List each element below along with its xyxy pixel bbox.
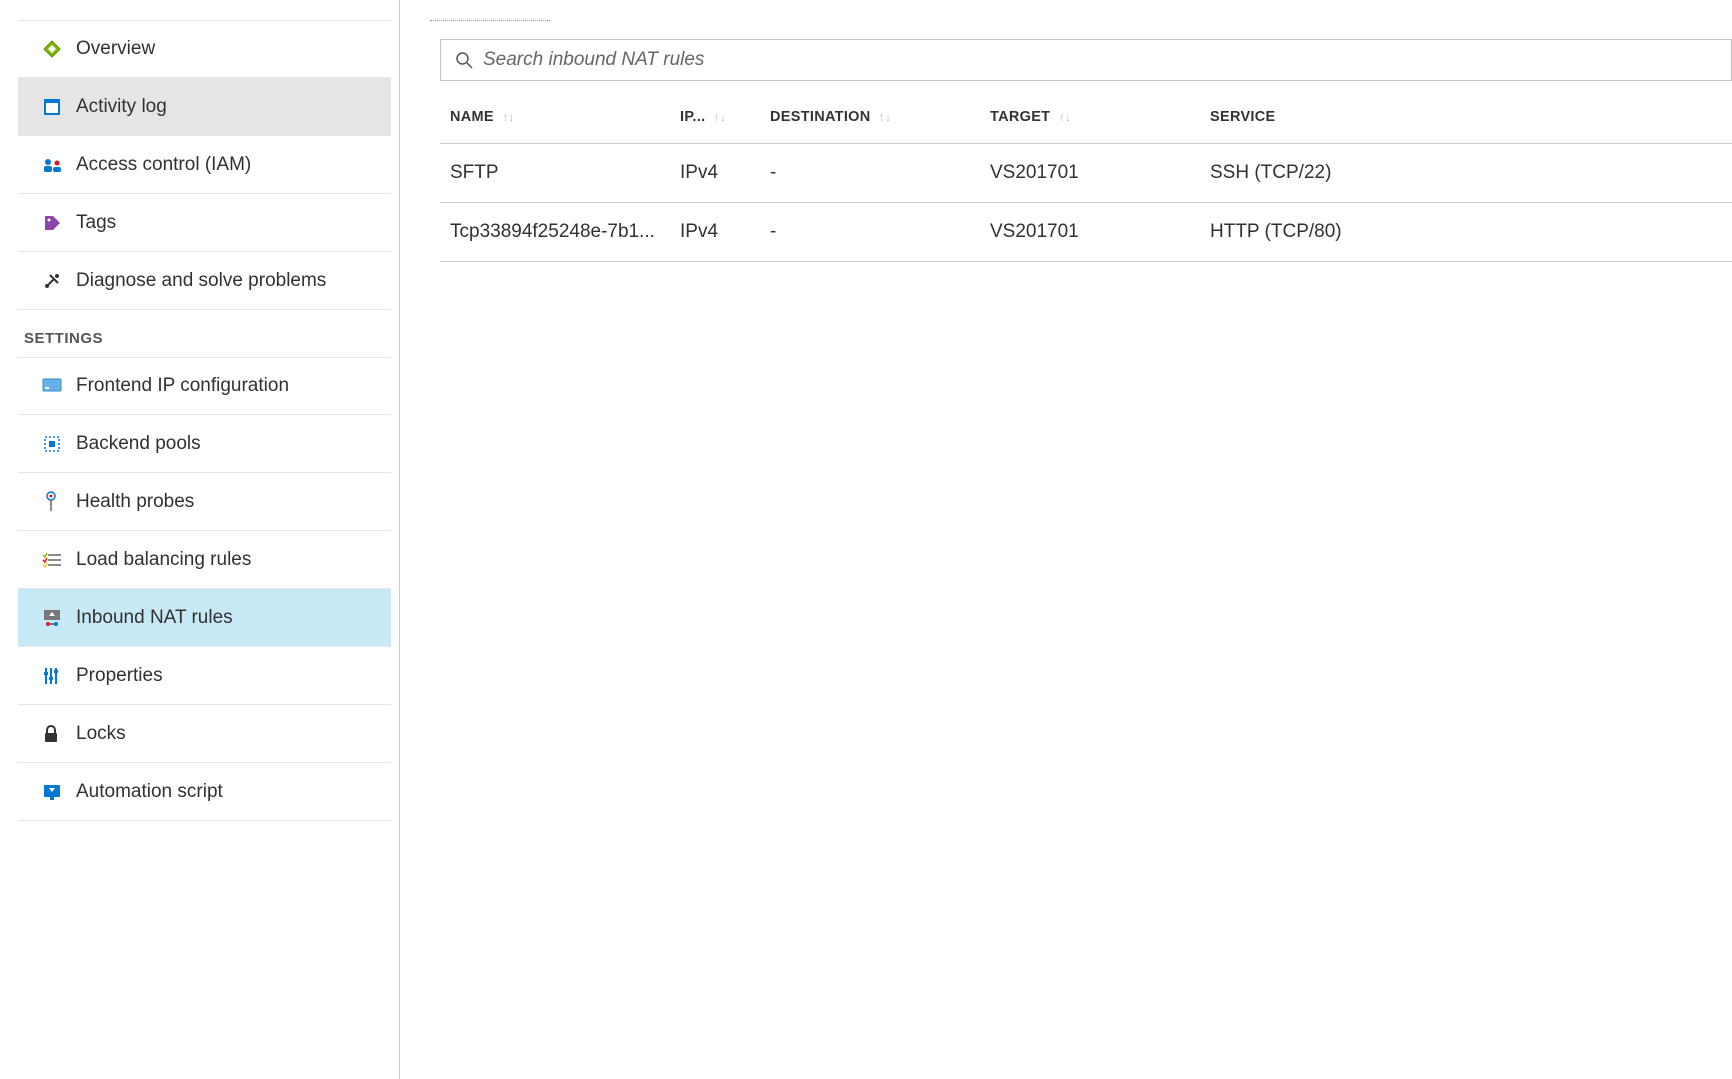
properties-icon xyxy=(42,666,76,686)
table-row[interactable]: Tcp33894f25248e-7b1... IPv4 - VS201701 H… xyxy=(440,203,1732,262)
sidebar-item-label: Locks xyxy=(76,723,367,745)
sidebar-item-lb-rules[interactable]: Load balancing rules xyxy=(18,531,391,589)
sidebar-item-label: Access control (IAM) xyxy=(76,154,367,176)
sidebar-item-health-probes[interactable]: Health probes xyxy=(18,473,391,531)
sidebar-item-access-control[interactable]: Access control (IAM) xyxy=(18,136,391,194)
sidebar-item-locks[interactable]: Locks xyxy=(18,705,391,763)
sidebar-item-label: Load balancing rules xyxy=(76,549,367,571)
sidebar-item-label: Overview xyxy=(76,38,367,60)
sidebar: Overview Activity log Access control (IA… xyxy=(0,0,400,1079)
sidebar-item-backend-pools[interactable]: Backend pools xyxy=(18,415,391,473)
inbound-nat-icon xyxy=(42,608,76,628)
frontend-ip-icon xyxy=(42,378,76,394)
cell-service: SSH (TCP/22) xyxy=(1200,144,1732,203)
lock-icon xyxy=(42,724,76,744)
sidebar-item-label: Automation script xyxy=(76,781,367,803)
sidebar-item-label: Activity log xyxy=(76,96,367,118)
health-probes-icon xyxy=(42,491,76,513)
col-header-label: IP... xyxy=(680,109,705,125)
col-header-label: TARGET xyxy=(990,109,1050,125)
cell-ip: IPv4 xyxy=(670,144,760,203)
sidebar-item-label: Health probes xyxy=(76,491,367,513)
col-header-name[interactable]: NAME ↑↓ xyxy=(440,91,670,144)
sidebar-item-label: Frontend IP configuration xyxy=(76,375,367,397)
sidebar-item-inbound-nat[interactable]: Inbound NAT rules xyxy=(18,589,391,647)
tools-icon xyxy=(42,271,76,291)
cell-name: Tcp33894f25248e-7b1... xyxy=(440,203,670,262)
search-icon xyxy=(455,51,473,69)
cell-service: HTTP (TCP/80) xyxy=(1200,203,1732,262)
people-icon xyxy=(42,155,76,175)
activity-log-icon xyxy=(42,97,76,117)
sidebar-item-label: Inbound NAT rules xyxy=(76,607,367,629)
tag-icon xyxy=(42,213,76,233)
sidebar-item-overview[interactable]: Overview xyxy=(18,20,391,78)
sidebar-item-label: Diagnose and solve problems xyxy=(76,270,367,292)
col-header-destination[interactable]: DESTINATION ↑↓ xyxy=(760,91,980,144)
sort-icon: ↑↓ xyxy=(1059,110,1072,124)
sidebar-item-diagnose[interactable]: Diagnose and solve problems xyxy=(18,252,391,310)
lb-rules-icon xyxy=(42,551,76,569)
table-header-row: NAME ↑↓ IP... ↑↓ DESTINATION ↑↓ TARGET ↑… xyxy=(440,91,1732,144)
sort-icon: ↑↓ xyxy=(714,110,727,124)
search-input[interactable] xyxy=(483,49,1717,71)
col-header-target[interactable]: TARGET ↑↓ xyxy=(980,91,1200,144)
sort-icon: ↑↓ xyxy=(879,110,892,124)
cell-name: SFTP xyxy=(440,144,670,203)
search-box[interactable] xyxy=(440,39,1732,81)
sidebar-item-label: Backend pools xyxy=(76,433,367,455)
cell-dest: - xyxy=(760,203,980,262)
nat-rules-table: NAME ↑↓ IP... ↑↓ DESTINATION ↑↓ TARGET ↑… xyxy=(440,91,1732,262)
sidebar-item-properties[interactable]: Properties xyxy=(18,647,391,705)
overview-icon xyxy=(42,39,76,59)
sidebar-item-frontend-ip[interactable]: Frontend IP configuration xyxy=(18,357,391,415)
sidebar-item-label: Properties xyxy=(76,665,367,687)
col-header-label: NAME xyxy=(450,109,494,125)
main-content: NAME ↑↓ IP... ↑↓ DESTINATION ↑↓ TARGET ↑… xyxy=(400,0,1732,1079)
cell-target: VS201701 xyxy=(980,203,1200,262)
sidebar-item-automation[interactable]: Automation script xyxy=(18,763,391,821)
table-row[interactable]: SFTP IPv4 - VS201701 SSH (TCP/22) xyxy=(440,144,1732,203)
sidebar-item-tags[interactable]: Tags xyxy=(18,194,391,252)
sidebar-item-label: Tags xyxy=(76,212,367,234)
sidebar-item-activity-log[interactable]: Activity log xyxy=(18,78,391,136)
automation-script-icon xyxy=(42,783,76,801)
cell-ip: IPv4 xyxy=(670,203,760,262)
backend-pools-icon xyxy=(42,434,76,454)
top-divider xyxy=(430,20,550,21)
col-header-label: SERVICE xyxy=(1210,109,1276,125)
cell-target: VS201701 xyxy=(980,144,1200,203)
col-header-service[interactable]: SERVICE xyxy=(1200,91,1732,144)
settings-section-header: SETTINGS xyxy=(0,310,391,357)
col-header-ip[interactable]: IP... ↑↓ xyxy=(670,91,760,144)
col-header-label: DESTINATION xyxy=(770,109,871,125)
cell-dest: - xyxy=(760,144,980,203)
sort-icon: ↑↓ xyxy=(502,110,515,124)
